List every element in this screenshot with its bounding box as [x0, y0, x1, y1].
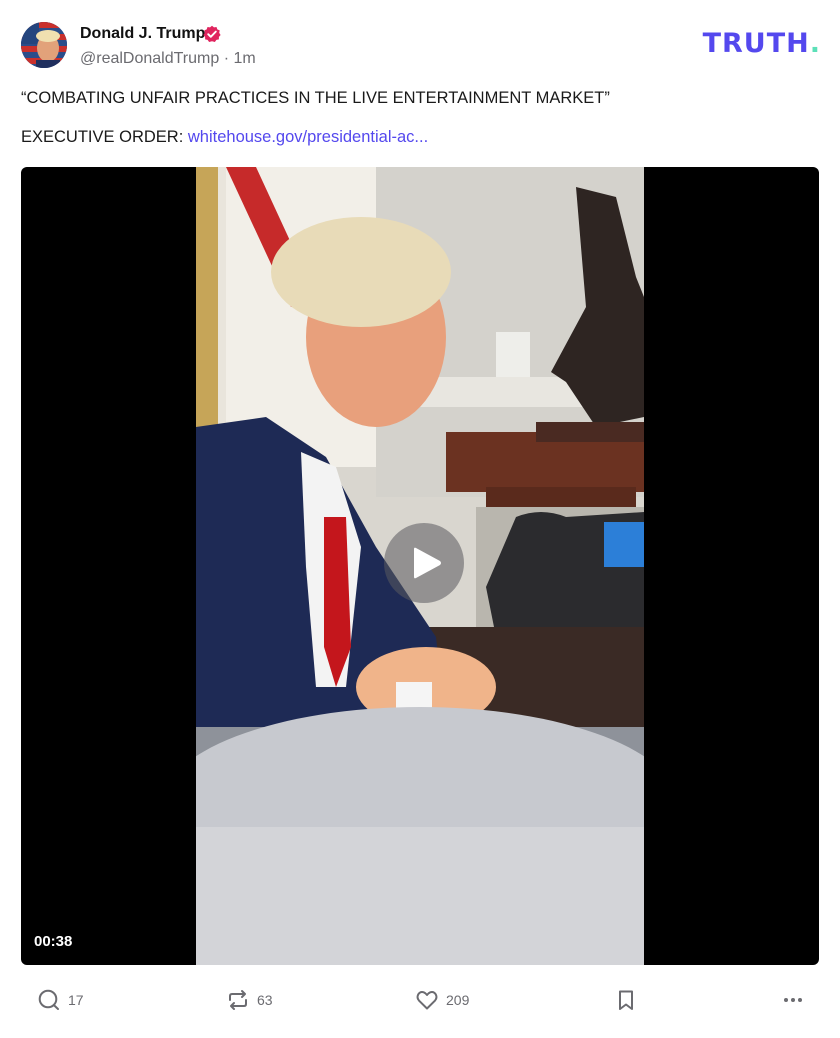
order-label: EXECUTIVE ORDER: — [21, 128, 184, 146]
more-options-button[interactable] — [781, 985, 805, 1015]
meta-separator: · — [223, 50, 230, 67]
retruth-icon — [229, 990, 247, 1010]
avatar[interactable] — [21, 22, 67, 68]
more-icon — [784, 998, 802, 1002]
like-count: 209 — [446, 992, 470, 1008]
author-handle[interactable]: @realDonaldTrump — [80, 50, 219, 67]
bookmark-button[interactable] — [614, 985, 638, 1015]
logo-text: TRUTH — [702, 28, 810, 59]
post-order-line: EXECUTIVE ORDER: whitehouse.gov/presiden… — [21, 128, 428, 147]
reply-button[interactable]: 17 — [37, 985, 84, 1015]
author-name[interactable]: Donald J. Trump — [80, 25, 205, 43]
truth-logo[interactable]: TRUTH. — [703, 28, 821, 59]
verified-badge-icon — [203, 25, 221, 42]
video-player[interactable]: 00:38 — [21, 167, 819, 965]
heart-icon — [416, 991, 438, 1010]
reply-count: 17 — [68, 992, 84, 1008]
retruth-count: 63 — [257, 992, 273, 1008]
like-button[interactable]: 209 — [415, 985, 469, 1015]
bookmark-icon — [619, 990, 633, 1010]
post-headline: “COMBATING UNFAIR PRACTICES IN THE LIVE … — [21, 89, 610, 107]
reply-icon — [38, 989, 59, 1010]
video-duration: 00:38 — [34, 933, 73, 950]
retruth-button[interactable]: 63 — [226, 985, 273, 1015]
post-actions: 17 63 209 — [21, 985, 819, 1015]
post-header: Donald J. Trump @realDonaldTrump · 1m TR… — [21, 22, 821, 70]
order-link[interactable]: whitehouse.gov/presidential-ac... — [188, 128, 428, 146]
avatar-image — [21, 22, 67, 68]
post-time[interactable]: 1m — [234, 50, 256, 67]
play-button[interactable] — [384, 523, 464, 603]
author-meta: @realDonaldTrump · 1m — [80, 50, 256, 68]
logo-dot: . — [809, 28, 821, 59]
play-icon — [414, 547, 441, 579]
